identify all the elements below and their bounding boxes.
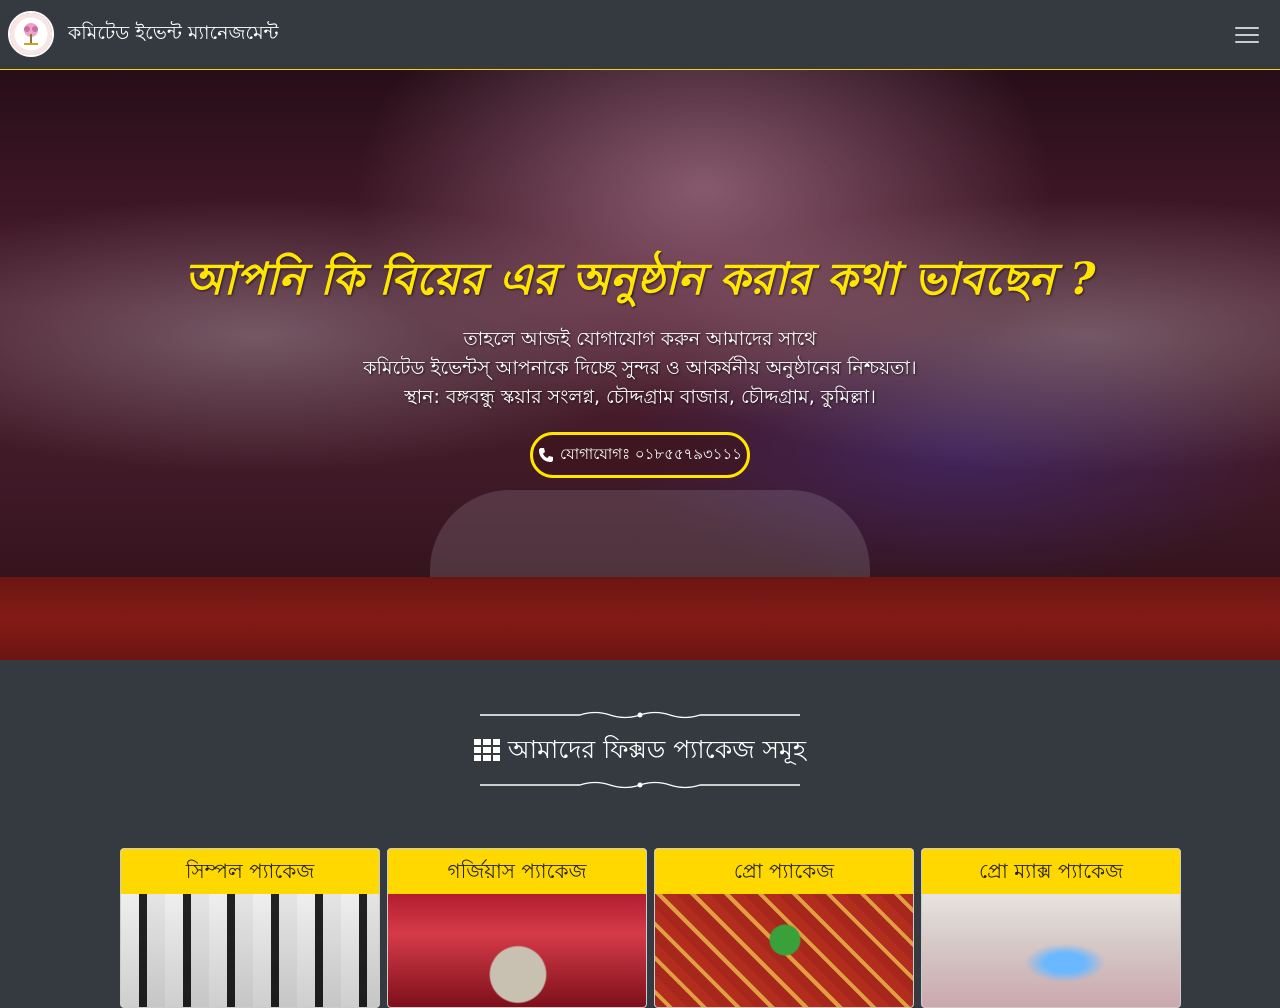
logo[interactable] [8, 11, 54, 57]
ornament-divider-bottom [480, 781, 800, 789]
hero-banner: আপনি কি বিয়ের এর অনুষ্ঠান করার কথা ভাবছ… [0, 70, 1280, 660]
package-image [121, 894, 379, 1007]
call-button[interactable]: যোগাযোগঃ ০১৮৫৫৭৯৩১১১ [530, 432, 750, 478]
package-name: গর্জিয়াস প্যাকেজ [388, 849, 646, 894]
brand-name[interactable]: কমিটেড ইভেন্ট ম্যানেজমেন্ট [68, 20, 279, 46]
package-card-pro-max[interactable]: প্রো ম্যাক্স প্যাকেজ [921, 848, 1181, 1008]
hero-location: স্থান: বঙ্গবন্ধু স্কয়ার সংলগ্ন, চৌদ্দগ্… [404, 386, 876, 408]
hamburger-menu-icon-line [1235, 41, 1259, 43]
section-title-text: আমাদের ফিক্সড প্যাকেজ সমূহ [507, 735, 807, 764]
package-name: সিম্পল প্যাকেজ [121, 849, 379, 894]
logo-tree-icon [24, 23, 38, 45]
package-image [655, 894, 913, 1007]
hero-subtitle-2: কমিটেড ইভেন্টস্ আপনাকে দিচ্ছে সুন্দর ও আ… [363, 357, 917, 379]
packages-section: আমাদের ফিক্সড প্যাকেজ সমূহ সিম্পল প্যাকে… [0, 660, 1280, 1008]
grid-icon [473, 739, 500, 761]
phone-icon [539, 448, 553, 462]
ornament-divider-top [480, 711, 800, 719]
call-button-label: যোগাযোগঃ ০১৮৫৫৭৯৩১১১ [560, 444, 742, 463]
package-card-gorgeous[interactable]: গর্জিয়াস প্যাকেজ [387, 848, 647, 1008]
package-image [388, 894, 646, 1007]
package-name: প্রো প্যাকেজ [655, 849, 913, 894]
hamburger-menu-icon-line [1235, 34, 1259, 36]
package-card-simple[interactable]: সিম্পল প্যাকেজ [120, 848, 380, 1008]
navbar: কমিটেড ইভেন্ট ম্যানেজমেন্ট [0, 0, 1280, 70]
hero-subtitle-1: তাহলে আজই যোগাযোগ করুন আমাদের সাথে [463, 328, 817, 350]
package-card-pro[interactable]: প্রো প্যাকেজ [654, 848, 914, 1008]
hamburger-menu-icon [1235, 27, 1259, 29]
package-image [922, 894, 1180, 1007]
navbar-toggler[interactable] [1229, 18, 1265, 50]
section-title: আমাদের ফিক্সড প্যাকেজ সমূহ [0, 730, 1280, 770]
hero-floor [0, 577, 1280, 660]
hero-title: আপনি কি বিয়ের এর অনুষ্ঠান করার কথা ভাবছ… [184, 254, 1096, 305]
package-name: প্রো ম্যাক্স প্যাকেজ [922, 849, 1180, 894]
